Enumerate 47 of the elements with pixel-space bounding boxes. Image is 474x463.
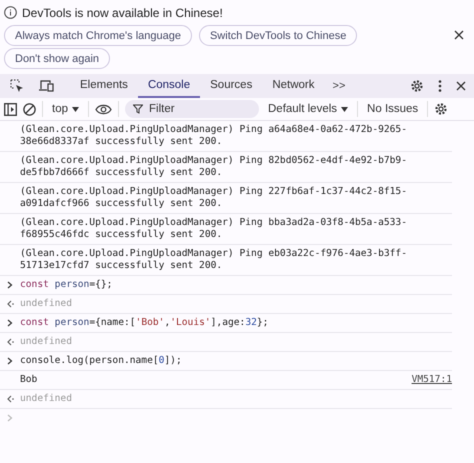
close-icon[interactable] (454, 30, 464, 40)
sidebar-icon[interactable] (4, 102, 17, 116)
code-text: const person={name:['Bob','Louis'],age:32}; (20, 317, 268, 329)
filter-field[interactable]: Filter (125, 100, 259, 118)
input-prompt-icon (7, 319, 13, 327)
caret-icon (72, 106, 79, 112)
tab[interactable]: Elements (70, 74, 138, 98)
source-link[interactable]: VM517:1 (412, 374, 452, 386)
log-message: (Glean.core.Upload.PingUploadManager) Ping bba3ad2a-03f8-4b5a-a533-f68955c46fdc successfully sent 200. (20, 217, 408, 241)
result-arrow-icon (6, 300, 14, 308)
more-tabs-button[interactable]: >> (332, 80, 346, 92)
levels-dropdown[interactable]: Default levels (265, 103, 352, 115)
log-message: (Glean.core.Upload.PingUploadManager) Ping a64a68e4-0a62-472b-9265-38e66d8337af successfully sent 200. (20, 124, 408, 148)
infobar-button[interactable]: Switch DevTools to Chinese (198, 25, 358, 46)
code-text: console.log(person.name[0]); (20, 355, 182, 367)
result-value: undefined (20, 298, 72, 310)
settings-icon[interactable] (434, 102, 448, 116)
result-value: undefined (20, 336, 72, 348)
result-arrow-icon (6, 395, 14, 403)
close-icon[interactable] (456, 81, 466, 91)
device-icon[interactable] (38, 79, 54, 93)
tab[interactable]: Sources (200, 74, 262, 98)
clear-icon[interactable] (23, 102, 36, 116)
result-arrow-icon (6, 338, 14, 346)
input-prompt-icon (7, 357, 13, 365)
result-value: undefined (20, 393, 72, 405)
context-dropdown[interactable]: top (49, 103, 82, 115)
log-message: (Glean.core.Upload.PingUploadManager) Ping 227fb6af-1c37-44c2-8f15-a091dafcf966 successfully sent 200. (20, 186, 408, 210)
tab[interactable]: Console (138, 74, 200, 98)
log-message: (Glean.core.Upload.PingUploadManager) Ping eb03a22c-f976-4ae3-b3ff-51713e17cfd7 successfully sent 200. (20, 248, 408, 272)
eye-icon[interactable] (95, 104, 112, 114)
log-output: Bob (20, 374, 38, 386)
more-menu-icon[interactable] (438, 79, 442, 93)
infobar-button[interactable]: Always match Chrome's language (4, 25, 192, 46)
input-prompt-icon[interactable] (7, 414, 13, 422)
infobar-message: DevTools is now available in Chinese! (22, 6, 223, 20)
filter-icon (133, 104, 143, 114)
inspect-icon[interactable] (10, 79, 24, 93)
settings-icon[interactable] (410, 79, 424, 93)
code-text: const person={}; (20, 279, 112, 291)
info-icon (4, 6, 17, 19)
tab[interactable]: Network (262, 74, 325, 98)
caret-icon (341, 106, 348, 112)
issues-button[interactable]: No Issues (364, 103, 422, 115)
infobar-button[interactable]: Don't show again (4, 48, 110, 69)
log-message: (Glean.core.Upload.PingUploadManager) Ping 82bd0562-e4df-4e92-b7b9-de5fbb7d666f successfully sent 200. (20, 155, 408, 179)
input-prompt-icon (7, 281, 13, 289)
